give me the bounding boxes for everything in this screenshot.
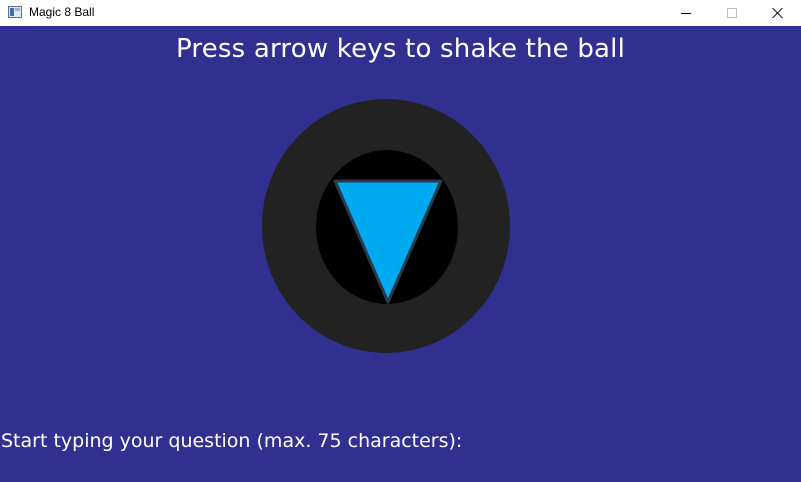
app-window-icon bbox=[8, 6, 22, 18]
game-canvas[interactable]: Press arrow keys to shake the ball Start… bbox=[0, 26, 801, 482]
question-prompt: Start typing your question (max. 75 char… bbox=[1, 430, 463, 452]
minimize-icon bbox=[681, 12, 691, 14]
minimize-button[interactable] bbox=[663, 0, 709, 26]
title-bar[interactable]: Magic 8 Ball bbox=[0, 0, 801, 26]
close-button[interactable] bbox=[755, 0, 801, 26]
close-icon bbox=[772, 7, 784, 19]
magic-8-ball[interactable] bbox=[0, 26, 801, 482]
maximize-button[interactable] bbox=[709, 0, 755, 26]
maximize-icon bbox=[727, 8, 737, 18]
window-title: Magic 8 Ball bbox=[29, 5, 95, 19]
